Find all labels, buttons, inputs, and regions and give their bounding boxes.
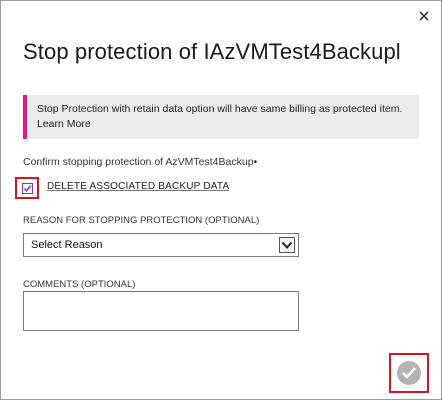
stop-protection-dialog: Stop protection of IAzVMTest4Backupl Sto…: [0, 0, 442, 400]
learn-more-link[interactable]: Learn More: [37, 118, 91, 130]
comments-textarea[interactable]: [23, 291, 299, 331]
confirm-highlight: [389, 353, 429, 393]
close-icon: [419, 11, 429, 21]
reason-select-value: Select Reason: [31, 239, 103, 251]
checkmark-icon: [402, 367, 416, 379]
confirm-text: Confirm stopping protection of AzVMTest4…: [23, 156, 258, 168]
reason-label: REASON FOR STOPPING PROTECTION (OPTIONAL…: [23, 215, 260, 226]
delete-backup-checkbox[interactable]: [22, 183, 33, 194]
confirm-button[interactable]: [397, 361, 421, 385]
checkmark-icon: [23, 185, 32, 192]
dialog-title: Stop protection of IAzVMTest4Backupl: [23, 39, 401, 64]
chevron-down-icon: [281, 241, 293, 249]
info-banner: Stop Protection with retain data option …: [23, 95, 419, 139]
reason-select[interactable]: Select Reason: [23, 233, 299, 257]
close-button[interactable]: [417, 9, 431, 23]
info-message: Stop Protection with retain data option …: [37, 103, 403, 115]
comments-label: COMMENTS (OPTIONAL): [23, 279, 136, 290]
delete-backup-label: DELETE ASSOCIATED BACKUP DATA: [47, 181, 230, 192]
checkbox-highlight: [15, 177, 39, 199]
reason-dropdown-button[interactable]: [279, 237, 295, 253]
info-text: Stop Protection with retain data option …: [37, 102, 407, 132]
